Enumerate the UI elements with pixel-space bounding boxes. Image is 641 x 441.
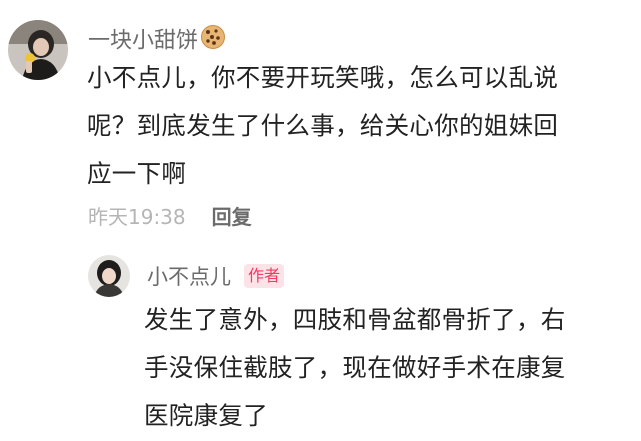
comment-item: 一块小甜饼 小不点儿，你不要开玩笑哦，怎么可以乱说 呢？到底发生了什么事，给关心… [0,0,641,250]
reply-text-line: 发生了意外，四肢和骨盆都骨折了，右 [144,305,566,334]
avatar[interactable] [8,20,68,80]
comment-text-line: 小不点儿，你不要开玩笑哦，怎么可以乱说 [87,63,559,92]
timestamp: 昨天19:38 [88,205,186,229]
username-text: 一块小甜饼 [88,28,199,54]
avatar[interactable] [88,255,130,297]
reply-text: 发生了意外，四肢和骨盆都骨折了，右 手没保住截肢了，现在做好手术在康复 医院康复… [144,296,566,440]
author-badge: 作者 [244,264,285,288]
reply-item: 小不点儿 作者 发生了意外，四肢和骨盆都骨折了，右 手没保住截肢了，现在做好手术… [0,250,641,441]
reply-text-line: 手没保住截肢了，现在做好手术在康复 [144,353,566,382]
reply-button[interactable]: 回复 [212,205,252,229]
avatar-image [8,20,68,80]
comment-text-line: 呢？到底发生了什么事，给关心你的姐妹回 [87,111,559,140]
reply-text-line: 医院康复了 [144,401,268,430]
reply-username[interactable]: 小不点儿 [147,262,231,292]
comment-text: 小不点儿，你不要开玩笑哦，怎么可以乱说 呢？到底发生了什么事，给关心你的姐妹回 … [87,54,558,198]
comment-meta: 昨天19:38 回复 [88,202,252,234]
avatar-image [88,255,130,297]
comment-text-line: 应一下啊 [87,159,187,188]
